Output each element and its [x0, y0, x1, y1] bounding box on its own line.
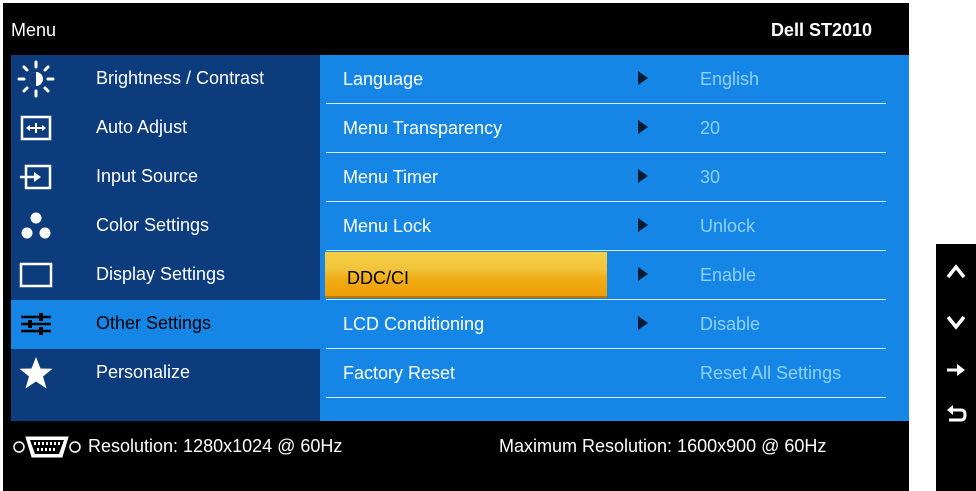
monitor-model: Dell ST2010	[770, 20, 872, 40]
other-settings-icon	[17, 305, 55, 343]
menu-item-personalize[interactable]: Personalize	[11, 349, 320, 398]
setting-value: 20	[700, 118, 721, 138]
menu-item-label: Auto Adjust	[96, 117, 188, 137]
menu-title: Menu	[11, 20, 57, 40]
arrow-right-icon	[638, 267, 648, 281]
current-resolution: Resolution: 1280x1024 @ 60Hz	[88, 436, 343, 456]
arrow-right-icon	[638, 218, 648, 232]
settings-panel: Language English Menu Transparency 20 Me…	[320, 55, 909, 421]
setting-row-language[interactable]: Language English	[320, 55, 909, 104]
menu-item-label: Other Settings	[96, 313, 212, 333]
setting-label: DDC/CI	[347, 268, 409, 288]
menu-item-label: Color Settings	[96, 215, 210, 235]
up-arrow-icon	[944, 260, 968, 289]
star-icon	[17, 354, 55, 392]
status-bar: Resolution: 1280x1024 @ 60Hz Maximum Res…	[3, 421, 909, 473]
setting-row-menu-transparency[interactable]: Menu Transparency 20	[320, 104, 909, 153]
setting-row-ddc-ci[interactable]: DDC/CI Enable	[320, 251, 909, 300]
setting-row-factory-reset[interactable]: Factory Reset Reset All Settings	[320, 349, 909, 398]
color-settings-icon	[17, 207, 55, 245]
setting-row-lcd-conditioning[interactable]: LCD Conditioning Disable	[320, 300, 909, 349]
back-icon	[944, 402, 968, 431]
setting-value: Reset All Settings	[700, 363, 842, 383]
setting-label: Menu Transparency	[343, 118, 503, 138]
arrow-right-icon	[638, 71, 648, 85]
display-settings-icon	[17, 256, 55, 294]
arrow-right-icon	[638, 120, 648, 134]
row-divider	[326, 397, 886, 398]
auto-adjust-icon	[17, 109, 55, 147]
monitor-button-bar	[936, 244, 976, 491]
enter-arrow-icon	[944, 358, 968, 387]
menu-item-input-source[interactable]: Input Source	[11, 153, 320, 202]
menu-item-other-settings[interactable]: Other Settings	[11, 300, 320, 349]
menu-item-label: Display Settings	[96, 264, 226, 284]
setting-value: Disable	[700, 314, 761, 334]
down-arrow-icon	[944, 310, 968, 339]
setting-value: 30	[700, 167, 721, 187]
main-menu-panel: Brightness / Contrast Auto Adjust Input …	[11, 55, 320, 421]
setting-label: Menu Lock	[343, 216, 432, 236]
setting-label: Factory Reset	[343, 363, 456, 383]
setting-row-menu-lock[interactable]: Menu Lock Unlock	[320, 202, 909, 251]
enter-button[interactable]	[936, 352, 976, 392]
menu-item-label: Personalize	[96, 362, 191, 382]
menu-item-label: Input Source	[96, 166, 199, 186]
maximum-resolution: Maximum Resolution: 1600x900 @ 60Hz	[499, 436, 827, 456]
vga-connector-icon	[11, 434, 83, 460]
menu-item-brightness-contrast[interactable]: Brightness / Contrast	[11, 55, 320, 104]
setting-value: English	[700, 69, 760, 89]
menu-item-auto-adjust[interactable]: Auto Adjust	[11, 104, 320, 153]
menu-item-display-settings[interactable]: Display Settings	[11, 251, 320, 300]
brightness-icon	[17, 60, 55, 98]
setting-label: Menu Timer	[343, 167, 439, 187]
osd-menu: Menu Dell ST2010 Brightness / Contrast A…	[3, 3, 909, 491]
setting-value: Enable	[700, 265, 757, 285]
up-button[interactable]	[936, 254, 976, 294]
menu-item-label: Brightness / Contrast	[96, 68, 265, 88]
setting-label: Language	[343, 69, 424, 89]
arrow-right-icon	[638, 316, 648, 330]
setting-row-menu-timer[interactable]: Menu Timer 30	[320, 153, 909, 202]
back-button[interactable]	[936, 396, 976, 436]
down-button[interactable]	[936, 304, 976, 344]
setting-label: LCD Conditioning	[343, 314, 485, 334]
menu-item-color-settings[interactable]: Color Settings	[11, 202, 320, 251]
arrow-right-icon	[638, 169, 648, 183]
title-bar: Menu Dell ST2010	[3, 3, 909, 55]
setting-value: Unlock	[700, 216, 756, 236]
input-source-icon	[17, 158, 55, 196]
